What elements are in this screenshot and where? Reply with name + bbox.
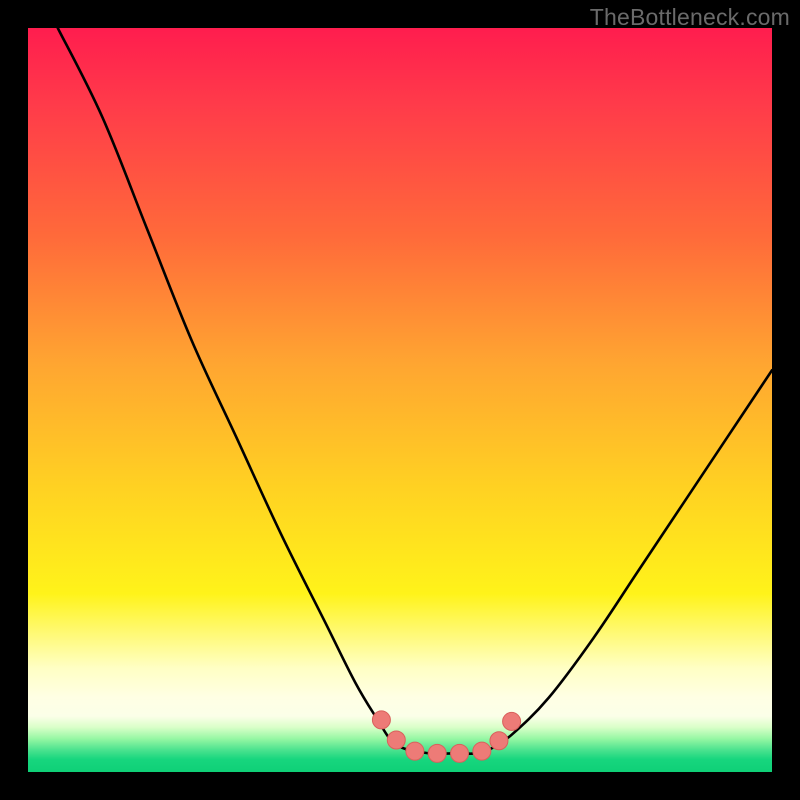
data-marker: [503, 712, 521, 730]
data-marker: [428, 744, 446, 762]
chart-svg: [28, 28, 772, 772]
watermark-text: TheBottleneck.com: [590, 4, 790, 31]
bottleneck-curve: [58, 28, 772, 754]
data-marker: [451, 744, 469, 762]
data-marker: [387, 731, 405, 749]
data-marker: [490, 732, 508, 750]
curve-layer: [58, 28, 772, 754]
data-marker: [372, 711, 390, 729]
marker-layer: [372, 711, 520, 762]
plot-area: [28, 28, 772, 772]
data-marker: [473, 742, 491, 760]
chart-frame: TheBottleneck.com: [0, 0, 800, 800]
data-marker: [406, 742, 424, 760]
